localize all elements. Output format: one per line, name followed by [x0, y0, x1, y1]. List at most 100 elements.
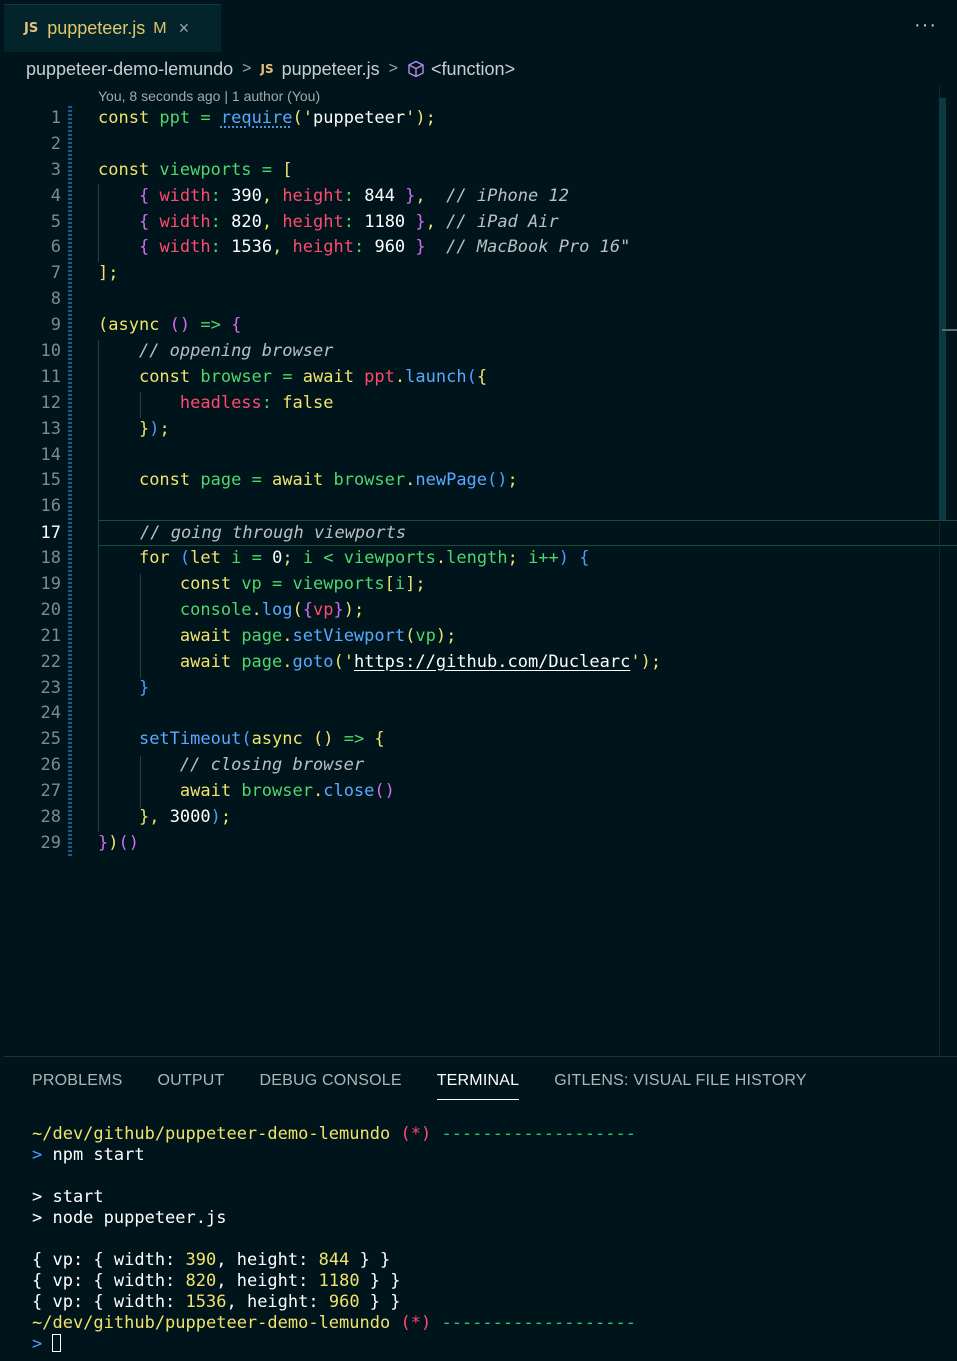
code-token: } — [333, 599, 344, 620]
terminal-token: > node puppeteer.js — [32, 1208, 227, 1228]
code-token: ; — [446, 625, 457, 646]
tab-problems[interactable]: PROBLEMS — [32, 1072, 123, 1100]
code-line[interactable]: 14 — [0, 443, 957, 469]
breadcrumb-symbol[interactable]: <function> — [431, 59, 515, 80]
terminal-token: 1180 — [318, 1271, 360, 1291]
code-line[interactable]: 22 await page.goto('https://github.com/D… — [0, 650, 957, 676]
terminal-token: } } — [359, 1271, 401, 1291]
code-line[interactable]: 21 await page.setViewport(vp); — [0, 624, 957, 650]
code-token: ; — [415, 574, 426, 595]
code-token: viewports — [343, 548, 436, 569]
code-token: headless — [179, 392, 262, 413]
code-line[interactable]: 29})() — [0, 831, 957, 857]
javascript-file-icon: JS — [260, 62, 274, 76]
code-token: , — [149, 807, 170, 828]
code-line[interactable]: 5 { width: 820, height: 1180 }, // iPad … — [0, 210, 957, 236]
line-number: 19 — [40, 574, 61, 595]
code-line[interactable]: 8 — [0, 287, 957, 313]
close-icon[interactable]: × — [179, 18, 190, 39]
code-token: require — [220, 108, 293, 128]
code-line[interactable]: 19 const vp = viewports[i]; — [0, 572, 957, 598]
code-token: goto — [292, 651, 334, 672]
code-line[interactable]: 26 // closing browser — [0, 753, 957, 779]
code-line[interactable]: 23 } — [0, 676, 957, 702]
code-text: setTimeout(async () => { — [98, 727, 385, 753]
code-editor[interactable]: You, 8 seconds ago | 1 author (You) 1 con… — [0, 86, 957, 1056]
code-line[interactable]: 27 await browser.close() — [0, 779, 957, 805]
code-token: . — [405, 470, 416, 491]
code-token: page — [241, 651, 283, 672]
code-token: } — [405, 237, 426, 258]
terminal-output[interactable]: ~/dev/github/puppeteer-demo-lemundo (*) … — [32, 1124, 932, 1355]
breadcrumb-folder[interactable]: puppeteer-demo-lemundo — [26, 59, 233, 80]
code-line[interactable]: 17 // going through viewports — [41, 520, 957, 547]
code-line[interactable]: 9 (async () => { — [0, 313, 957, 339]
line-number: 26 — [40, 755, 61, 776]
code-token: ) — [210, 807, 221, 828]
more-actions-icon[interactable]: ··· — [914, 14, 937, 37]
code-line[interactable]: 7]; — [0, 261, 957, 287]
code-line[interactable]: 25 setTimeout(async () => { — [0, 727, 957, 753]
vertical-scrollbar-thumb[interactable] — [939, 98, 946, 520]
terminal-token: npm start — [52, 1145, 145, 1165]
tab-terminal[interactable]: TERMINAL — [436, 1072, 520, 1100]
terminal-token: ------------------- — [441, 1124, 636, 1144]
tab-debug-console[interactable]: DEBUG CONSOLE — [260, 1072, 402, 1100]
code-token: } — [98, 832, 109, 853]
code-line[interactable]: 18 for (let i = 0; i < viewports.length;… — [0, 546, 957, 572]
code-text: }); — [98, 417, 170, 443]
code-text: ]; — [98, 261, 119, 287]
code-line[interactable]: 1 const ppt = require('puppeteer'); — [0, 106, 957, 132]
line-number: 12 — [40, 392, 61, 413]
code-line[interactable]: 10 // oppening browser — [0, 339, 957, 365]
code-token: const — [98, 108, 160, 128]
tab-puppeteer-js[interactable]: JS puppeteer.js M × — [4, 4, 221, 52]
code-line[interactable]: 20 console.log({vp}); — [0, 598, 957, 624]
code-line[interactable]: 2 — [0, 132, 957, 158]
line-number: 24 — [40, 703, 61, 724]
terminal-token: { vp: { width: — [32, 1250, 186, 1270]
code-text: // oppening browser — [98, 339, 333, 365]
tab-gitlens-visual-file-history[interactable]: GITLENS: VISUAL FILE HISTORY — [554, 1072, 807, 1100]
terminal-token: } } — [359, 1292, 401, 1312]
panel-divider[interactable] — [4, 1056, 957, 1057]
code-line[interactable]: 11 const browser = await ppt.launch({ — [0, 365, 957, 391]
terminal-token: , height: — [216, 1250, 319, 1270]
code-line[interactable]: 3 const viewports = [ — [0, 158, 957, 184]
code-line[interactable]: 12 headless: false — [0, 391, 957, 417]
terminal-token: > — [32, 1334, 53, 1354]
git-blame-annotation[interactable]: You, 8 seconds ago | 1 author (You) — [98, 88, 320, 104]
code-text: })() — [98, 831, 139, 857]
breadcrumb-file[interactable]: puppeteer.js — [282, 59, 380, 80]
code-token: browser — [200, 366, 273, 387]
line-number: 28 — [40, 807, 61, 828]
code-token: await — [179, 651, 242, 672]
terminal-line: { vp: { width: 1536, height: 960 } } — [32, 1292, 932, 1313]
code-line[interactable]: 16 — [0, 494, 957, 520]
code-text: const ppt = require('puppeteer'); — [98, 106, 436, 132]
code-line[interactable]: 4 { width: 390, height: 844 }, // iPhone… — [0, 184, 957, 210]
code-line[interactable]: 6 { width: 1536, height: 960 } // MacBoo… — [0, 235, 957, 261]
tab-output[interactable]: OUTPUT — [158, 1072, 225, 1100]
code-token: = — [272, 366, 303, 387]
terminal-token: (*) — [400, 1313, 432, 1333]
terminal-token: > — [32, 1145, 53, 1165]
code-line[interactable]: 24 — [0, 701, 957, 727]
code-token: . — [251, 599, 262, 620]
line-number: 5 — [50, 211, 61, 232]
code-token: height — [282, 211, 344, 232]
code-token: : — [261, 392, 283, 413]
terminal-token: 844 — [318, 1250, 350, 1270]
cube-icon — [407, 60, 425, 78]
code-line[interactable]: 28 }, 3000); — [0, 805, 957, 831]
code-lines[interactable]: 1 const ppt = require('puppeteer'); 2 3 cons… — [0, 106, 957, 857]
code-line[interactable]: 13 }); — [0, 417, 957, 443]
code-line[interactable]: 15 const page = await browser.newPage(); — [0, 468, 957, 494]
code-token: . — [435, 548, 447, 569]
